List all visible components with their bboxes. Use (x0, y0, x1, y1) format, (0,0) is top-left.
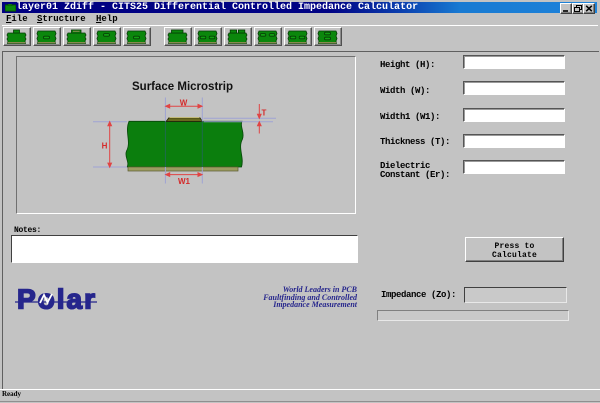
svg-text:Surface Microstrip: Surface Microstrip (132, 81, 233, 93)
svg-text:W: W (180, 99, 188, 108)
svg-text:T: T (262, 108, 267, 117)
svg-text:H: H (102, 141, 108, 150)
svg-text:W1: W1 (178, 177, 191, 186)
svg-text:Polar: Polar (17, 287, 97, 311)
